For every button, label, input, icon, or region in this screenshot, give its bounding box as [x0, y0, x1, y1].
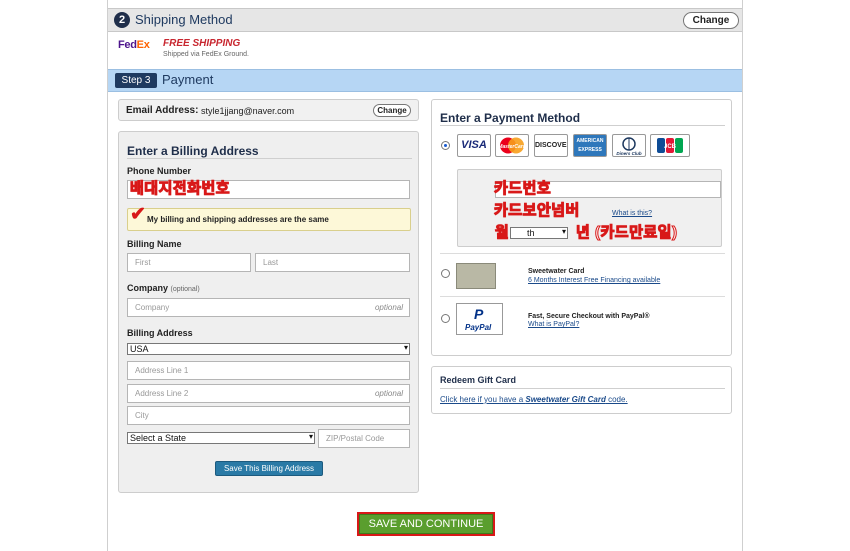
sweetwater-card-name: Sweetwater Card — [528, 268, 585, 275]
left-margin — [0, 0, 108, 551]
save-billing-address-button[interactable]: Save This Billing Address — [215, 461, 323, 476]
fedex-logo-ex: Ex — [136, 39, 150, 51]
company-placeholder: Company — [135, 303, 170, 312]
email-label: Email Address: — [126, 105, 199, 116]
gift-card-divider — [440, 388, 725, 389]
amex-icon: AMERICAN EXPRESS — [573, 134, 607, 157]
year-annotation: 년 (카드만료일) — [575, 224, 678, 242]
step-2-header: 2 Shipping Method Change — [108, 8, 742, 32]
visa-icon: VISA — [457, 134, 491, 157]
diners-club-icon: Diners Club — [612, 134, 646, 157]
country-value: USA — [130, 344, 149, 354]
checkout-main: 2 Shipping Method Change FedEx FREE SHIP… — [108, 0, 742, 551]
address-line-1-input[interactable]: Address Line 1 — [127, 361, 410, 380]
sweetwater-card-radio[interactable] — [441, 269, 450, 278]
step-2-title: Shipping Method — [135, 12, 233, 27]
company-input[interactable]: Company optional — [127, 298, 410, 317]
city-input[interactable]: City — [127, 406, 410, 425]
company-label: Company (optional) — [127, 283, 200, 293]
gift-link-suffix: code. — [605, 395, 628, 404]
zip-input[interactable]: ZIP/Postal Code — [318, 429, 410, 448]
address-line-2-placeholder: Address Line 2 — [135, 389, 189, 398]
paypal-p-icon: P — [474, 306, 484, 322]
company-optional-hint: optional — [374, 303, 403, 312]
billing-address-label: Billing Address — [127, 328, 193, 338]
expiry-month-select[interactable]: th ▾ — [510, 227, 568, 239]
discover-icon: DISCOVER — [534, 134, 568, 157]
save-and-continue-button[interactable]: SAVE AND CONTINUE — [357, 512, 495, 536]
credit-card-radio[interactable] — [441, 141, 450, 150]
email-value: style1jjang@naver.com — [201, 106, 295, 116]
sweetwater-card-image — [456, 263, 496, 289]
first-name-input[interactable]: First — [127, 253, 251, 272]
mastercard-logo: MasterCard — [498, 137, 527, 154]
paypal-logo: P PayPal — [456, 303, 503, 335]
company-label-text: Company — [127, 283, 169, 293]
what-is-this-link[interactable]: What is this? — [612, 210, 652, 217]
payment-title: Enter a Payment Method — [440, 111, 581, 125]
diners-club-logo: Diners Club — [616, 137, 642, 156]
fedex-logo: FedEx — [118, 39, 150, 51]
card-number-annotation: 카드번호 — [493, 180, 552, 198]
country-select[interactable]: USA ▾ — [127, 343, 410, 355]
checkmark-icon: ✔ — [130, 204, 146, 225]
gift-card-panel: Redeem Gift Card Click here if you have … — [431, 366, 732, 414]
state-select[interactable]: Select a State ▾ — [127, 432, 315, 444]
jcb-text: JCB — [664, 144, 677, 150]
state-value: Select a State — [130, 433, 187, 443]
sweetwater-financing-link[interactable]: 6 Months Interest Free Financing availab… — [528, 277, 660, 284]
right-margin — [742, 0, 850, 551]
expiry-month-value: th — [527, 228, 535, 238]
billing-name-label: Billing Name — [127, 239, 182, 249]
step-3-header: Step 3 Payment — [108, 69, 742, 92]
jcb-logo: JCB — [657, 138, 683, 153]
shipping-detail: Shipped via FedEx Ground. — [163, 51, 249, 58]
gift-link-brand: Sweetwater Gift Card — [525, 395, 606, 404]
address-line-2-input[interactable]: Address Line 2 optional — [127, 384, 410, 403]
email-change-button[interactable]: Change — [373, 104, 411, 117]
payment-divider-2 — [440, 296, 725, 297]
diners-club-text: Diners Club — [616, 151, 642, 156]
billing-title: Enter a Billing Address — [127, 144, 259, 158]
billing-address-panel: Enter a Billing Address Phone Number 배대지… — [118, 131, 419, 493]
cvv-annotation: 카드보안넘버 — [494, 202, 580, 220]
email-summary: Email Address: style1jjang@naver.com Cha… — [118, 99, 419, 121]
phone-label: Phone Number — [127, 166, 192, 176]
paypal-radio[interactable] — [441, 314, 450, 323]
paypal-name: Fast, Secure Checkout with PayPal® — [528, 313, 650, 320]
payment-divider — [440, 125, 725, 126]
shipping-change-button[interactable]: Change — [683, 12, 739, 29]
card-details-box: 카드번호 카드보안넘버 What is this? th ▾ 월 년 (카드만료일… — [457, 169, 722, 247]
gift-link-prefix: Click here if you have a — [440, 395, 526, 404]
month-annotation: 월 — [494, 224, 510, 242]
gift-card-link[interactable]: Click here if you have a Sweetwater Gift… — [440, 395, 628, 404]
payment-method-panel: Enter a Payment Method VISA MasterCard D… — [431, 99, 732, 356]
chevron-down-icon: ▾ — [308, 432, 313, 441]
company-optional-tag: (optional) — [170, 286, 200, 293]
gift-card-title: Redeem Gift Card — [440, 375, 517, 385]
same-address-checkbox[interactable]: ✔ My billing and shipping addresses are … — [127, 204, 411, 231]
address-line-2-optional-hint: optional — [374, 389, 403, 398]
jcb-icon: JCB — [650, 134, 690, 157]
step-3-badge: Step 3 — [115, 73, 157, 88]
step-2-number: 2 — [114, 12, 130, 28]
fedex-logo-fe: Fed — [118, 39, 137, 51]
billing-divider — [127, 158, 412, 159]
paypal-wordmark: PayPal — [465, 323, 492, 332]
same-address-label: My billing and shipping addresses are th… — [147, 215, 329, 224]
payment-divider-1 — [440, 253, 725, 254]
free-shipping-label: FREE SHIPPING — [163, 38, 241, 49]
mastercard-text: MasterCard — [498, 144, 526, 150]
phone-annotation: 배대지전화번호 — [129, 180, 231, 198]
last-name-input[interactable]: Last — [255, 253, 410, 272]
mastercard-icon: MasterCard — [495, 134, 529, 157]
chevron-down-icon: ▾ — [403, 343, 408, 352]
what-is-paypal-link[interactable]: What is PayPal? — [528, 321, 579, 328]
step-3-title: Payment — [162, 72, 214, 87]
chevron-down-icon: ▾ — [561, 227, 566, 236]
